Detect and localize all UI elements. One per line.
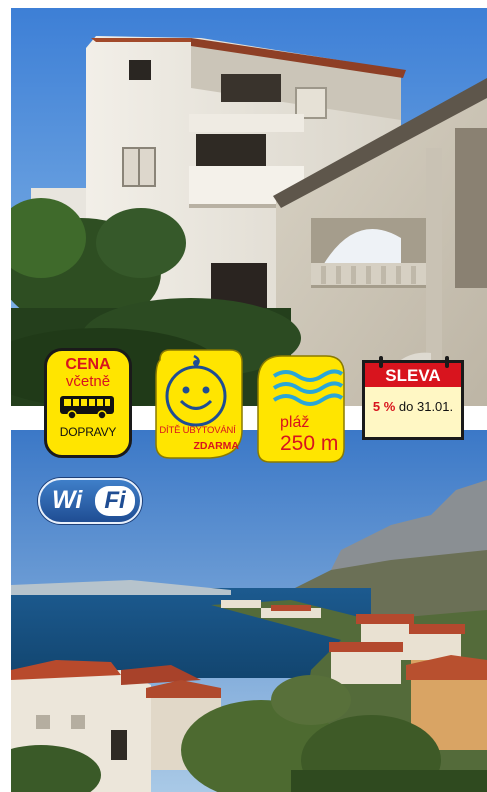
child-free-badge: DÍTĚ UBYTOVÁNÍ ZDARMA <box>150 348 245 460</box>
advert-card: CENA včetně DOPRAVY DÍTĚ UBYTOVÁNÍ ZDARM… <box>0 0 487 792</box>
price-incl-transport-badge: CENA včetně DOPRAVY <box>44 348 132 458</box>
discount-calendar-badge: SLEVA 5 % do 31.01. <box>362 356 464 440</box>
beach-distance-badge: pláž 250 m <box>256 352 346 464</box>
including-label: včetně <box>65 373 111 390</box>
discount-detail: 5 % do 31.01. <box>365 399 461 414</box>
child-accommodation-label: DÍTĚ UBYTOVÁNÍ <box>159 425 236 436</box>
wifi-logo-wi: Wi <box>52 486 83 514</box>
beach-label: pláž <box>280 414 310 431</box>
calendar-ring <box>445 356 449 368</box>
wifi-logo-fi: Fi <box>95 486 135 516</box>
price-label: CENA <box>65 356 111 373</box>
wifi-logo: Wi Fi <box>38 478 142 524</box>
discount-percent: 5 % <box>372 399 396 414</box>
free-label: ZDARMA <box>193 440 240 452</box>
calendar-ring <box>379 356 383 368</box>
bus-icon <box>58 393 118 421</box>
discount-deadline: do 31.01. <box>398 399 454 414</box>
beach-distance-value: 250 m <box>280 432 339 455</box>
transport-label: DOPRAVY <box>59 425 117 439</box>
apartment-building-photo <box>11 8 487 406</box>
